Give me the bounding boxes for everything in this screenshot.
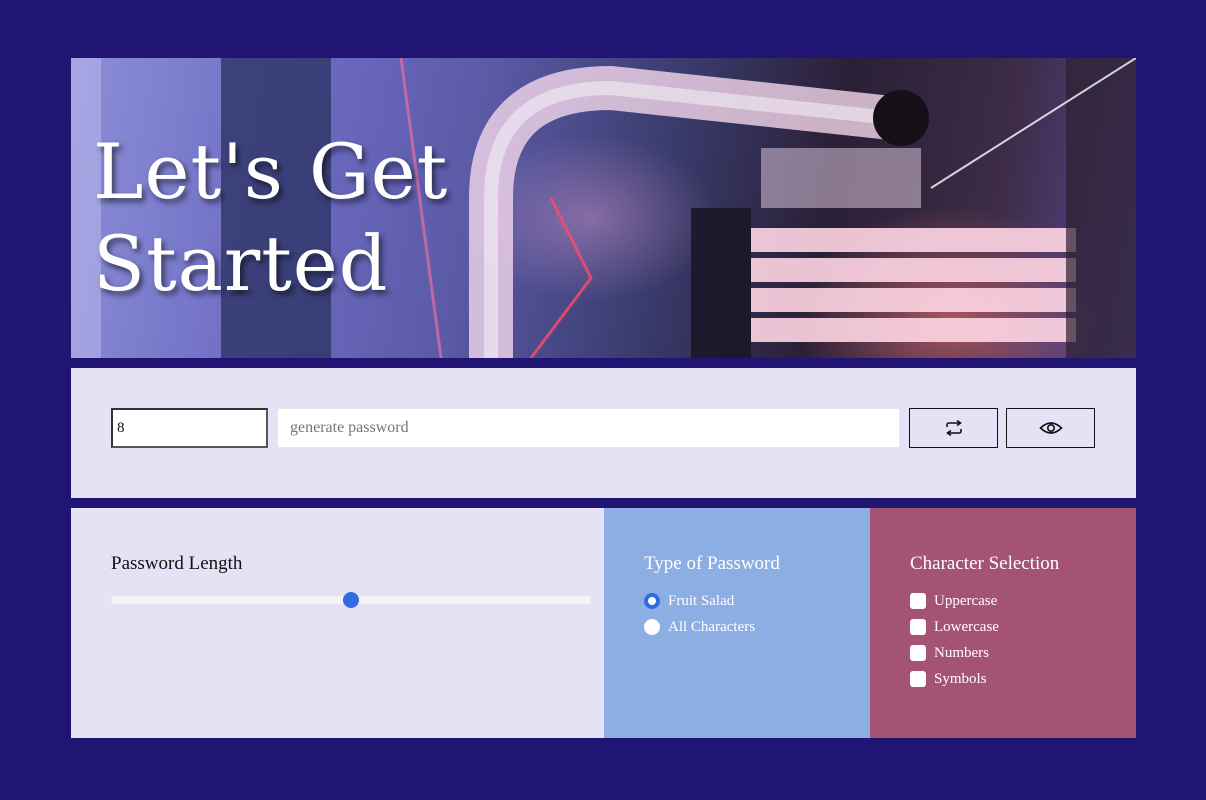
eye-icon xyxy=(1038,422,1063,434)
checkbox-label: Numbers xyxy=(934,644,989,661)
checkbox-option-symbols[interactable]: Symbols xyxy=(910,666,1096,692)
checkbox-label: Uppercase xyxy=(934,592,998,609)
checkbox-option-numbers[interactable]: Numbers xyxy=(910,640,1096,666)
type-panel: Type of Password Fruit Salad All Charact… xyxy=(604,508,870,738)
repeat-icon xyxy=(945,420,962,436)
regenerate-button[interactable] xyxy=(909,408,998,448)
checkbox-option-uppercase[interactable]: Uppercase xyxy=(910,588,1096,614)
length-heading: Password Length xyxy=(111,553,243,574)
checkbox[interactable] xyxy=(910,593,926,609)
password-output[interactable] xyxy=(277,408,900,448)
password-generator-app: Let's Get Started Password Length xyxy=(71,58,1136,738)
hero-title: Let's Get Started xyxy=(93,126,448,310)
radio-option-all-characters[interactable]: All Characters xyxy=(644,614,830,640)
slider-thumb[interactable] xyxy=(343,592,359,608)
show-password-button[interactable] xyxy=(1006,408,1095,448)
character-heading: Character Selection xyxy=(910,553,1060,574)
checkbox[interactable] xyxy=(910,671,926,687)
radio-button[interactable] xyxy=(644,619,660,635)
length-panel: Password Length xyxy=(71,508,604,738)
radio-option-fruit-salad[interactable]: Fruit Salad xyxy=(644,588,830,614)
length-input[interactable] xyxy=(111,408,268,448)
checkbox-option-lowercase[interactable]: Lowercase xyxy=(910,614,1096,640)
generator-controls xyxy=(71,368,1136,498)
radio-label: Fruit Salad xyxy=(668,592,735,609)
hero-title-line-1: Let's Get xyxy=(93,127,449,216)
checkbox-label: Symbols xyxy=(934,670,987,687)
checkbox[interactable] xyxy=(910,645,926,661)
checkbox[interactable] xyxy=(910,619,926,635)
type-heading: Type of Password xyxy=(644,553,780,574)
radio-button[interactable] xyxy=(644,593,660,609)
hero-title-line-2: Started xyxy=(93,219,389,308)
radio-label: All Characters xyxy=(668,618,756,635)
length-slider[interactable] xyxy=(111,590,591,610)
hero-banner: Let's Get Started xyxy=(71,58,1136,358)
options-section: Password Length Type of Password Fruit S… xyxy=(71,508,1136,738)
character-panel: Character Selection Uppercase Lowercase … xyxy=(870,508,1136,738)
checkbox-label: Lowercase xyxy=(934,618,999,635)
